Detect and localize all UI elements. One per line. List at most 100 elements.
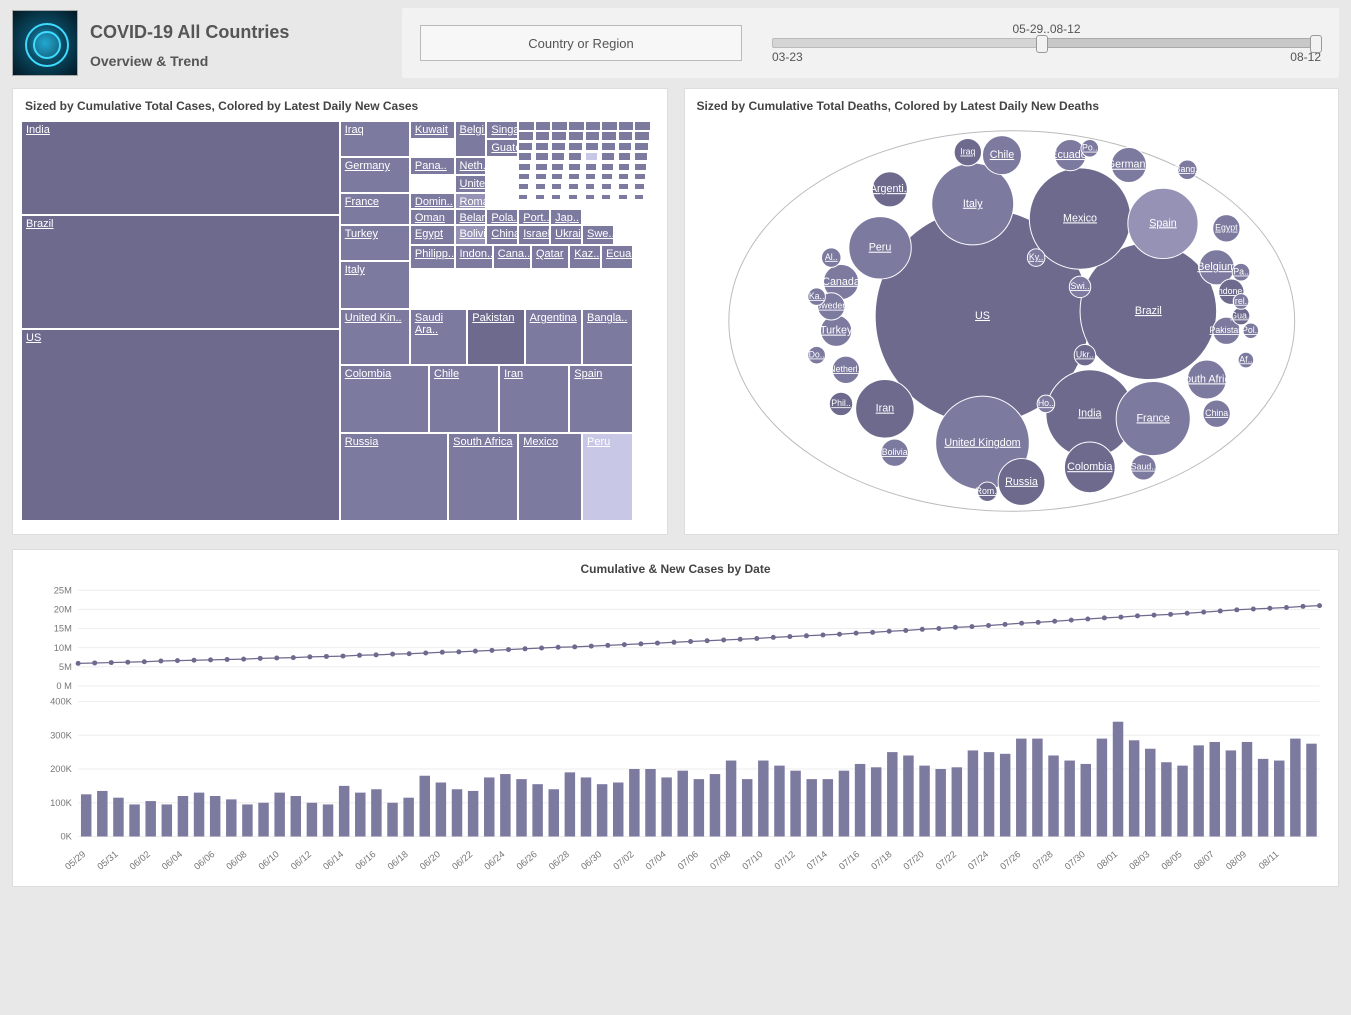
- treemap-cell[interactable]: Guate..: [486, 139, 518, 157]
- treemap-cell[interactable]: India: [21, 121, 340, 215]
- svg-text:Germany: Germany: [1106, 159, 1151, 171]
- svg-text:07/10: 07/10: [740, 849, 764, 872]
- treemap-cell[interactable]: South Africa: [448, 433, 518, 521]
- treemap-cell[interactable]: United Kin..: [340, 309, 410, 365]
- svg-text:Belgium: Belgium: [1197, 261, 1236, 273]
- treemap-cell[interactable]: Argentina: [525, 309, 582, 365]
- treemap-cell[interactable]: Unite..: [455, 175, 487, 193]
- country-filter-button[interactable]: Country or Region: [420, 25, 742, 61]
- svg-text:07/14: 07/14: [805, 849, 829, 872]
- treemap-cell[interactable]: China: [486, 225, 518, 245]
- treemap-cell[interactable]: Swe..: [582, 225, 614, 245]
- svg-text:07/28: 07/28: [1031, 849, 1055, 872]
- treemap-cell[interactable]: Kaz..: [569, 245, 601, 269]
- page-title: COVID-19 All Countries: [90, 22, 390, 43]
- treemap-cell[interactable]: Pola..: [486, 209, 518, 225]
- date-slider-track[interactable]: [772, 38, 1321, 48]
- treemap-cell[interactable]: Cana..: [493, 245, 531, 269]
- svg-text:08/01: 08/01: [1095, 849, 1119, 872]
- treemap-cell[interactable]: Belar..: [455, 209, 487, 225]
- svg-text:10M: 10M: [54, 643, 72, 653]
- svg-text:Ka..: Ka..: [808, 291, 824, 301]
- treemap-cell[interactable]: Domin..: [410, 193, 455, 209]
- svg-text:08/11: 08/11: [1257, 849, 1281, 871]
- treemap-cell[interactable]: US: [21, 329, 340, 521]
- svg-text:07/06: 07/06: [676, 849, 700, 872]
- date-slider-handle-end[interactable]: [1310, 35, 1322, 53]
- bubble-card: Sized by Cumulative Total Deaths, Colore…: [684, 88, 1340, 535]
- svg-text:07/26: 07/26: [998, 849, 1022, 872]
- svg-text:300K: 300K: [50, 730, 73, 740]
- svg-text:Netherl..: Netherl..: [829, 364, 862, 374]
- date-slider[interactable]: 05-29..08-12 03-23 08-12: [772, 22, 1321, 64]
- svg-text:Iraq: Iraq: [960, 147, 975, 157]
- svg-text:07/24: 07/24: [966, 849, 990, 872]
- svg-text:France: France: [1136, 412, 1169, 424]
- svg-text:07/04: 07/04: [644, 849, 668, 872]
- treemap-cell[interactable]: Iraq: [340, 121, 410, 157]
- bubble-chart[interactable]: USBrazilMexicoUnited KingdomIndiaItalyFr…: [693, 121, 1331, 521]
- treemap-cell[interactable]: Kuwait: [410, 121, 455, 139]
- treemap-cell[interactable]: Ukrai..: [550, 225, 582, 245]
- svg-text:0K: 0K: [60, 832, 72, 842]
- treemap-cell[interactable]: Colombia: [340, 365, 429, 433]
- combo-chart[interactable]: 0 M5M10M15M20M25M0K100K200K300K400K05/29…: [21, 582, 1330, 873]
- combo-title: Cumulative & New Cases by Date: [21, 562, 1330, 576]
- svg-text:200K: 200K: [50, 764, 73, 774]
- treemap-cell[interactable]: Singa..: [486, 121, 518, 139]
- title-block: COVID-19 All Countries Overview & Trend: [90, 18, 390, 69]
- svg-text:06/02: 06/02: [128, 849, 152, 872]
- treemap-cell[interactable]: Jap..: [550, 209, 582, 225]
- svg-text:06/20: 06/20: [418, 849, 442, 872]
- treemap-cell[interactable]: Brazil: [21, 215, 340, 329]
- svg-text:07/02: 07/02: [611, 849, 635, 872]
- treemap-cell[interactable]: Neth..: [455, 157, 487, 175]
- treemap-cell[interactable]: France: [340, 193, 410, 225]
- treemap-cell[interactable]: Germany: [340, 157, 410, 193]
- svg-text:Pa..: Pa..: [1233, 267, 1249, 277]
- treemap-cell[interactable]: Russia: [340, 433, 448, 521]
- treemap-cell[interactable]: Israel: [518, 225, 550, 245]
- treemap-cell[interactable]: Iran: [499, 365, 569, 433]
- svg-text:Ukr..: Ukr..: [1075, 349, 1093, 359]
- treemap-cell[interactable]: Egypt: [410, 225, 455, 245]
- svg-text:07/12: 07/12: [773, 849, 797, 872]
- treemap-cell[interactable]: Roma..: [455, 193, 487, 209]
- svg-text:07/08: 07/08: [708, 849, 732, 872]
- treemap-cell[interactable]: Mexico: [518, 433, 582, 521]
- svg-text:06/26: 06/26: [515, 849, 539, 872]
- svg-text:Rom..: Rom..: [975, 486, 998, 496]
- svg-text:06/12: 06/12: [289, 849, 313, 872]
- date-slider-handle-start[interactable]: [1036, 35, 1048, 53]
- treemap-cell[interactable]: Spain: [569, 365, 633, 433]
- treemap-cell[interactable]: Italy: [340, 261, 410, 309]
- svg-text:Saud..: Saud..: [1130, 462, 1155, 472]
- treemap-cell[interactable]: Qatar: [531, 245, 569, 269]
- treemap-cell[interactable]: Chile: [429, 365, 499, 433]
- treemap-cell[interactable]: Saudi Ara..: [410, 309, 467, 365]
- svg-text:South Africa: South Africa: [1177, 373, 1235, 385]
- svg-text:Po..: Po..: [1082, 143, 1098, 153]
- svg-text:06/28: 06/28: [547, 849, 571, 872]
- svg-text:Egypt: Egypt: [1215, 223, 1238, 233]
- treemap-cell[interactable]: Bolivia: [455, 225, 487, 245]
- treemap-cell[interactable]: Pakistan: [467, 309, 524, 365]
- svg-text:400K: 400K: [50, 697, 73, 707]
- treemap-cell[interactable]: Ecua..: [601, 245, 633, 269]
- treemap-cell[interactable]: Port..: [518, 209, 550, 225]
- treemap-cell[interactable]: Philipp..: [410, 245, 455, 269]
- svg-text:Pol..: Pol..: [1242, 325, 1260, 335]
- treemap-cell[interactable]: Turkey: [340, 225, 410, 261]
- svg-text:Swi..: Swi..: [1070, 281, 1089, 291]
- country-filter-label: Country or Region: [528, 36, 634, 51]
- treemap-cell[interactable]: Oman: [410, 209, 455, 225]
- svg-text:India: India: [1078, 408, 1101, 420]
- treemap-cell[interactable]: Bangla..: [582, 309, 633, 365]
- svg-text:Peru: Peru: [868, 242, 891, 254]
- treemap-cell[interactable]: Peru: [582, 433, 633, 521]
- svg-text:06/10: 06/10: [257, 849, 281, 872]
- treemap-cell[interactable]: Pana..: [410, 157, 455, 175]
- treemap-cell[interactable]: Indon..: [455, 245, 493, 269]
- treemap-cell[interactable]: Belgi..: [455, 121, 487, 157]
- treemap-chart[interactable]: IndiaBrazilUS IraqGermanyFranceTurkeyItal…: [21, 121, 659, 521]
